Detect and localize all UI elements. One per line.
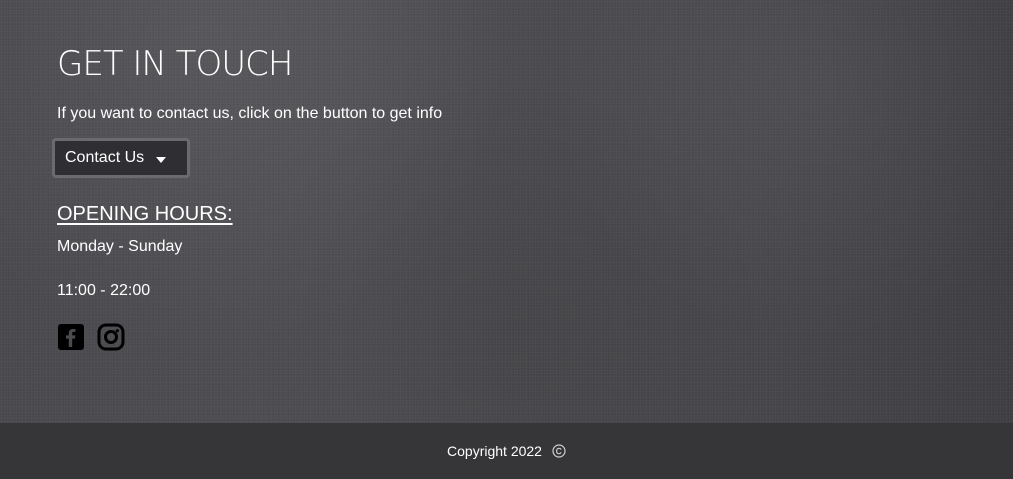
copyright-text: Copyright 2022 [447, 443, 542, 459]
section-lead: If you want to contact us, click on the … [57, 105, 443, 122]
page: GET IN TOUCH If you want to contact us, … [0, 0, 1013, 479]
opening-time: 11:00 - 22:00 [57, 282, 151, 299]
instagram-link[interactable] [97, 323, 125, 351]
contact-section: GET IN TOUCH If you want to contact us, … [0, 0, 1013, 423]
facebook-link[interactable] [57, 323, 85, 351]
facebook-icon [58, 324, 84, 350]
footer: Copyright 2022 [0, 423, 1013, 479]
copyright-icon [552, 444, 566, 458]
contact-content: GET IN TOUCH If you want to contact us, … [52, 42, 443, 351]
caret-down-icon [156, 156, 167, 163]
instagram-icon [97, 323, 125, 351]
contact-us-label: Contact Us [65, 149, 145, 166]
section-title: GET IN TOUCH [57, 44, 293, 84]
social-links [57, 323, 442, 351]
opening-hours-title: OPENING HOURS: [57, 203, 233, 225]
opening-days: Monday - Sunday [57, 238, 183, 255]
contact-us-button[interactable]: Contact Us [52, 138, 190, 178]
